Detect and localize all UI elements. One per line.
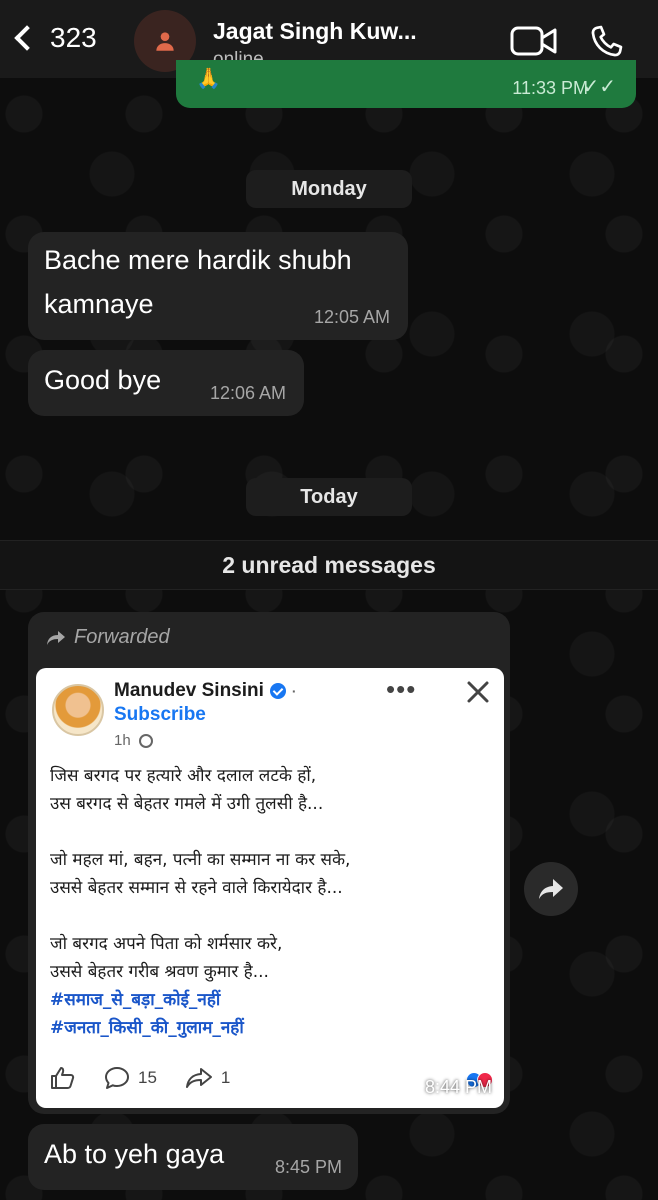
comment-action: 15 [104,1066,157,1090]
message-time: 12:05 AM [313,307,390,327]
post-age: 1h [114,732,131,749]
date-separator: Monday [246,170,412,208]
post-line: उस बरगद से बेहतर गमले में उगी तुलसी है..… [50,794,324,814]
message-text-line: kamnaye [44,289,154,319]
post-body: जिस बरगद पर हत्यारे और दलाल लटके हों, उस… [50,762,350,1042]
post-author: Manudev Sinsini · [114,680,297,702]
back-button[interactable]: 323 [12,22,97,54]
post-meta: 1h [114,732,153,749]
thumbs-up-icon [51,1067,75,1089]
message-emoji: 🙏 [196,68,221,90]
message-time: 12:06 AM [209,383,286,403]
message-text-line: Bache mere hardik shubh [44,245,352,275]
forwarded-text: Forwarded [74,626,170,648]
incoming-message[interactable]: Ab to yeh gaya 8:45 PM [28,1124,358,1190]
chevron-left-icon [14,25,40,51]
post-line: जो बरगद अपने पिता को शर्मसार करे, [50,934,283,954]
phone-call-icon[interactable] [586,22,626,62]
verified-badge-icon [269,683,286,699]
author-avatar [52,684,104,736]
share-action: 1 [185,1066,230,1090]
share-count: 1 [220,1068,231,1087]
separator-dot: · [291,683,297,699]
message-time: 8:45 PM [274,1157,342,1177]
video-call-icon[interactable] [510,24,558,58]
forwarded-message[interactable]: Forwarded Manudev Sinsini · Subscribe 1h… [28,612,510,1114]
message-text: Ab to yeh gaya [44,1139,225,1169]
forward-button[interactable] [524,862,578,916]
forwarded-label: Forwarded [46,626,170,649]
contact-name: Jagat Singh Kuw... [213,18,417,44]
more-options-icon: ••• [386,674,417,704]
hashtag: #समाज_से_बड़ा_कोई_नहीं [50,990,221,1010]
subscribe-link: Subscribe [114,704,206,725]
post-line: उससे बेहतर सम्मान से रहने वाले किरायेदार… [50,878,343,898]
person-icon [156,32,174,51]
read-receipt-icon: ✓✓ [582,76,616,98]
close-icon [467,681,489,703]
author-name: Manudev Sinsini [114,680,264,701]
message-time: 8:44 PM [424,1077,492,1097]
forward-arrow-icon [47,630,65,645]
comment-count: 15 [138,1068,157,1087]
unread-messages-banner: 2 unread messages [0,540,658,590]
forward-arrow-icon [539,879,563,899]
incoming-message[interactable]: Bache mere hardik shubh kamnaye 12:05 AM [28,232,408,340]
hashtag: #जनता_किसी_की_गुलाम_नहीं [50,1018,244,1038]
post-actions: 15 1 [50,1066,258,1090]
message-text: Good bye [44,365,162,395]
facebook-post-screenshot[interactable]: Manudev Sinsini · Subscribe 1h ••• जिस ब… [36,668,504,1108]
outgoing-message[interactable]: 🙏 11:33 PM ✓✓ [176,60,636,108]
post-line: उससे बेहतर गरीब श्रवण कुमार है... [50,962,269,982]
date-separator: Today [246,478,412,516]
globe-icon [138,733,153,748]
post-line: जो महल मां, बहन, पत्नी का सम्मान ना कर स… [50,850,351,870]
comment-icon [105,1067,129,1089]
like-action [50,1066,76,1090]
share-arrow-icon [185,1068,212,1088]
unread-chats-count: 323 [50,22,97,53]
incoming-message[interactable]: Good bye 12:06 AM [28,350,304,416]
post-line: जिस बरगद पर हत्यारे और दलाल लटके हों, [50,766,317,786]
message-time: 11:33 PM [512,78,588,98]
